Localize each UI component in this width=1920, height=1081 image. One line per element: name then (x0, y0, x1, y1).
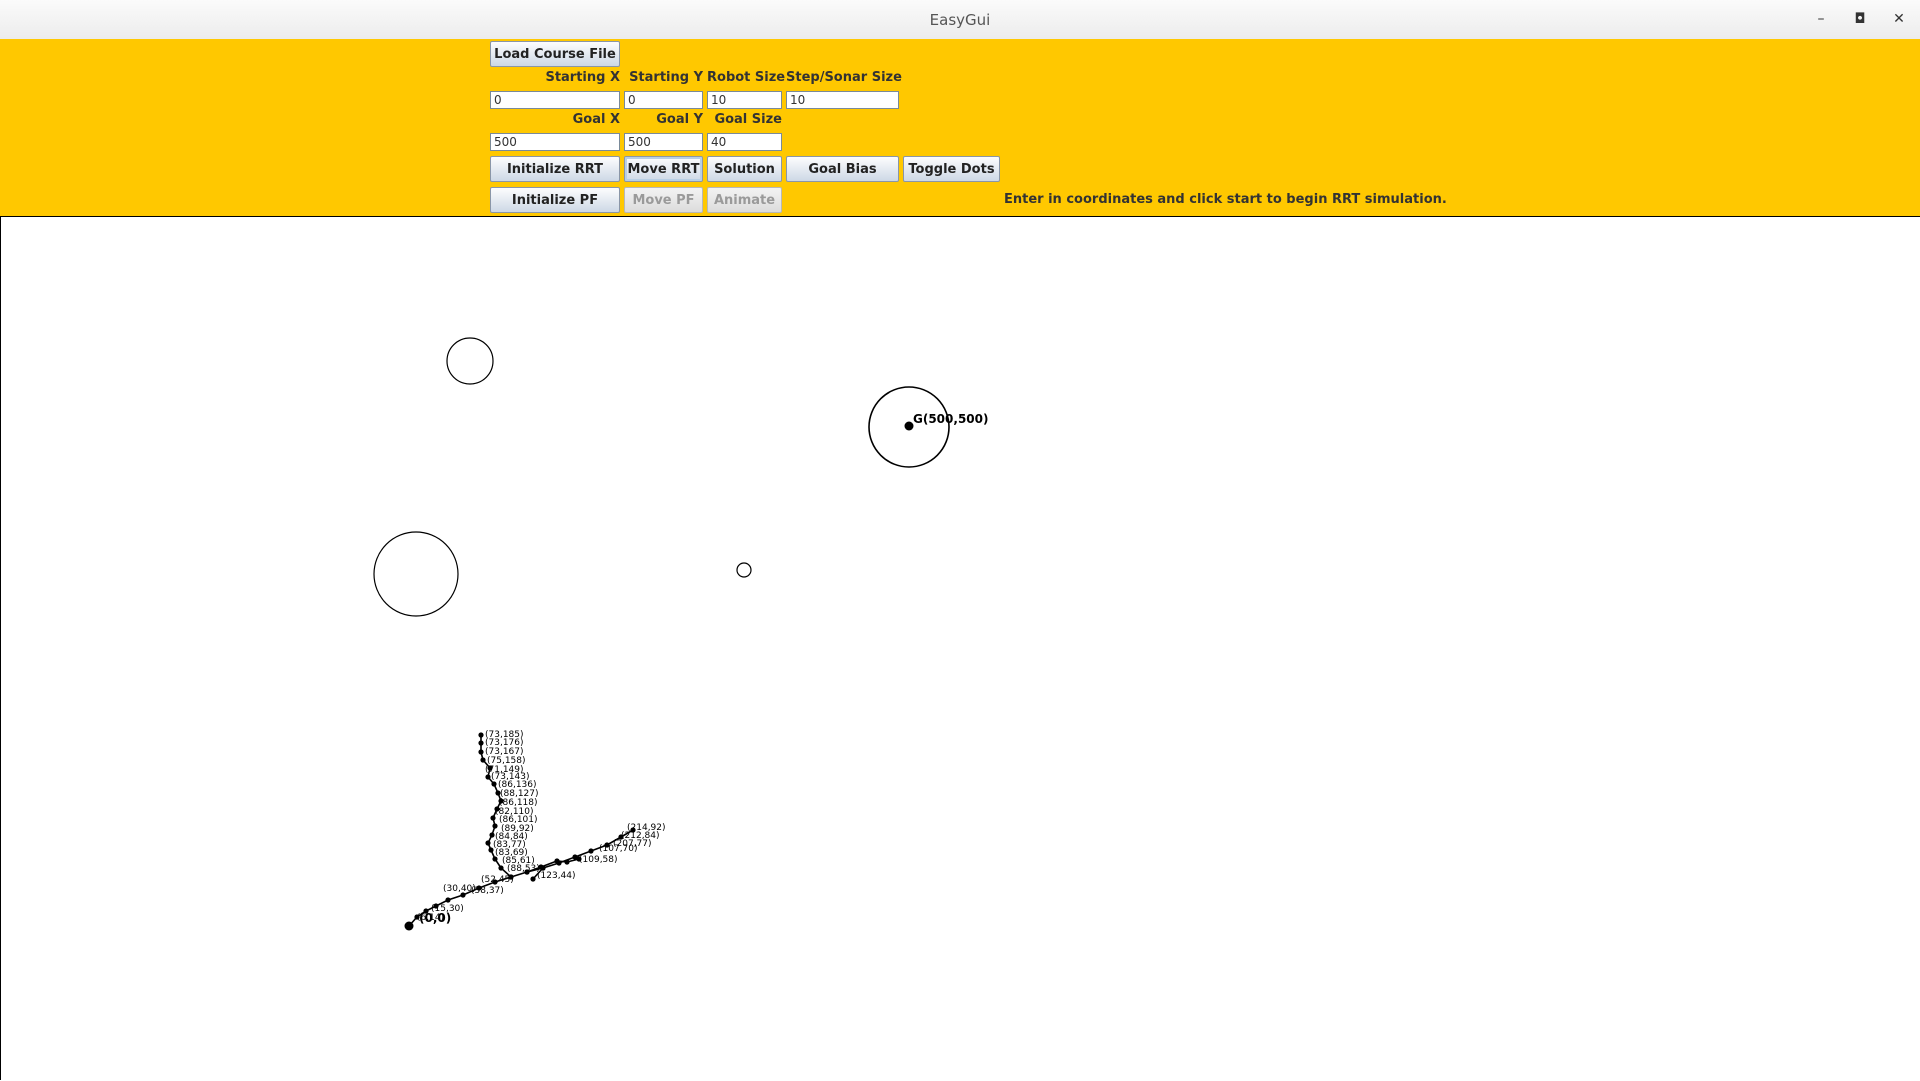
step-sonar-label: Step/Sonar Size (786, 70, 902, 85)
minimize-icon[interactable]: – (1810, 9, 1832, 29)
obstacle-circle (736, 562, 752, 578)
goal-x-label: Goal X (572, 112, 620, 127)
step-sonar-field[interactable] (786, 91, 899, 109)
simulation-drawing: G(500,500) (73,185) (73,176) (73,167) (7… (373, 337, 988, 931)
tree-node (478, 732, 484, 738)
tree-node (478, 749, 484, 755)
tree-node (480, 757, 486, 763)
obstacle-circle (373, 531, 459, 617)
node-label: (30,40) (443, 884, 476, 894)
maximize-icon[interactable]: ◘ (1849, 9, 1871, 29)
tree-node (478, 740, 484, 746)
tree-node (485, 774, 491, 780)
solution-button[interactable]: Solution (707, 156, 782, 182)
move-pf-button[interactable]: Move PF (624, 187, 703, 213)
start-label: (0,0) (419, 911, 451, 925)
simulation-canvas[interactable]: G(500,500) (73,185) (73,176) (73,167) (7… (0, 216, 1920, 1080)
close-icon[interactable]: ✕ (1888, 9, 1910, 29)
initialize-pf-button[interactable]: Initialize PF (490, 187, 620, 213)
goal-size-field[interactable] (707, 133, 782, 151)
status-message: Enter in coordinates and click start to … (1004, 192, 1447, 207)
tree-node (445, 897, 451, 903)
node-label: (123,44) (537, 871, 576, 881)
tree-node (588, 848, 594, 854)
robot-size-label: Robot Size (707, 70, 786, 85)
node-label: (52,45) (481, 875, 514, 885)
tree-node (530, 876, 536, 882)
tree-node (491, 781, 497, 787)
toggle-dots-button[interactable]: Toggle Dots (903, 156, 1000, 182)
goal-y-label: Goal Y (656, 112, 703, 127)
tree-node (540, 865, 546, 871)
goal-y-field[interactable] (624, 133, 703, 151)
start-point (404, 921, 414, 931)
start-x-field[interactable] (490, 91, 620, 109)
window-title: EasyGui (929, 11, 991, 29)
robot-size-field[interactable] (707, 91, 782, 109)
rrt-tree-labels: (73,185) (73,176) (73,167) (75,158) (71,… (417, 730, 666, 923)
load-course-button[interactable]: Load Course File (490, 41, 620, 67)
tree-node (554, 858, 560, 864)
node-label: (58,37) (471, 886, 504, 896)
goal-label: G(500,500) (913, 412, 988, 426)
start-x-label: Starting X (545, 70, 620, 85)
goal-bias-button[interactable]: Goal Bias (786, 156, 899, 182)
start-y-field[interactable] (624, 91, 703, 109)
obstacle-circle (446, 337, 494, 385)
tree-node (485, 840, 491, 846)
node-label: (88,53) (507, 864, 540, 874)
animate-button[interactable]: Animate (707, 187, 782, 213)
goal-x-field[interactable] (490, 133, 620, 151)
tree-node (498, 865, 504, 871)
tree-node (492, 823, 498, 829)
control-panel: Load Course File Starting X Starting Y R… (0, 39, 1920, 216)
initialize-rrt-button[interactable]: Initialize RRT (490, 156, 620, 182)
move-rrt-button[interactable]: Move RRT (624, 156, 703, 182)
tree-node (564, 859, 570, 865)
start-y-label: Starting Y (629, 70, 703, 85)
goal-size-label: Goal Size (714, 112, 782, 127)
node-label: (207,77) (613, 839, 652, 849)
tree-node (489, 832, 495, 838)
node-label: (109,58) (579, 855, 618, 865)
window-titlebar: EasyGui – ◘ ✕ (0, 0, 1920, 40)
